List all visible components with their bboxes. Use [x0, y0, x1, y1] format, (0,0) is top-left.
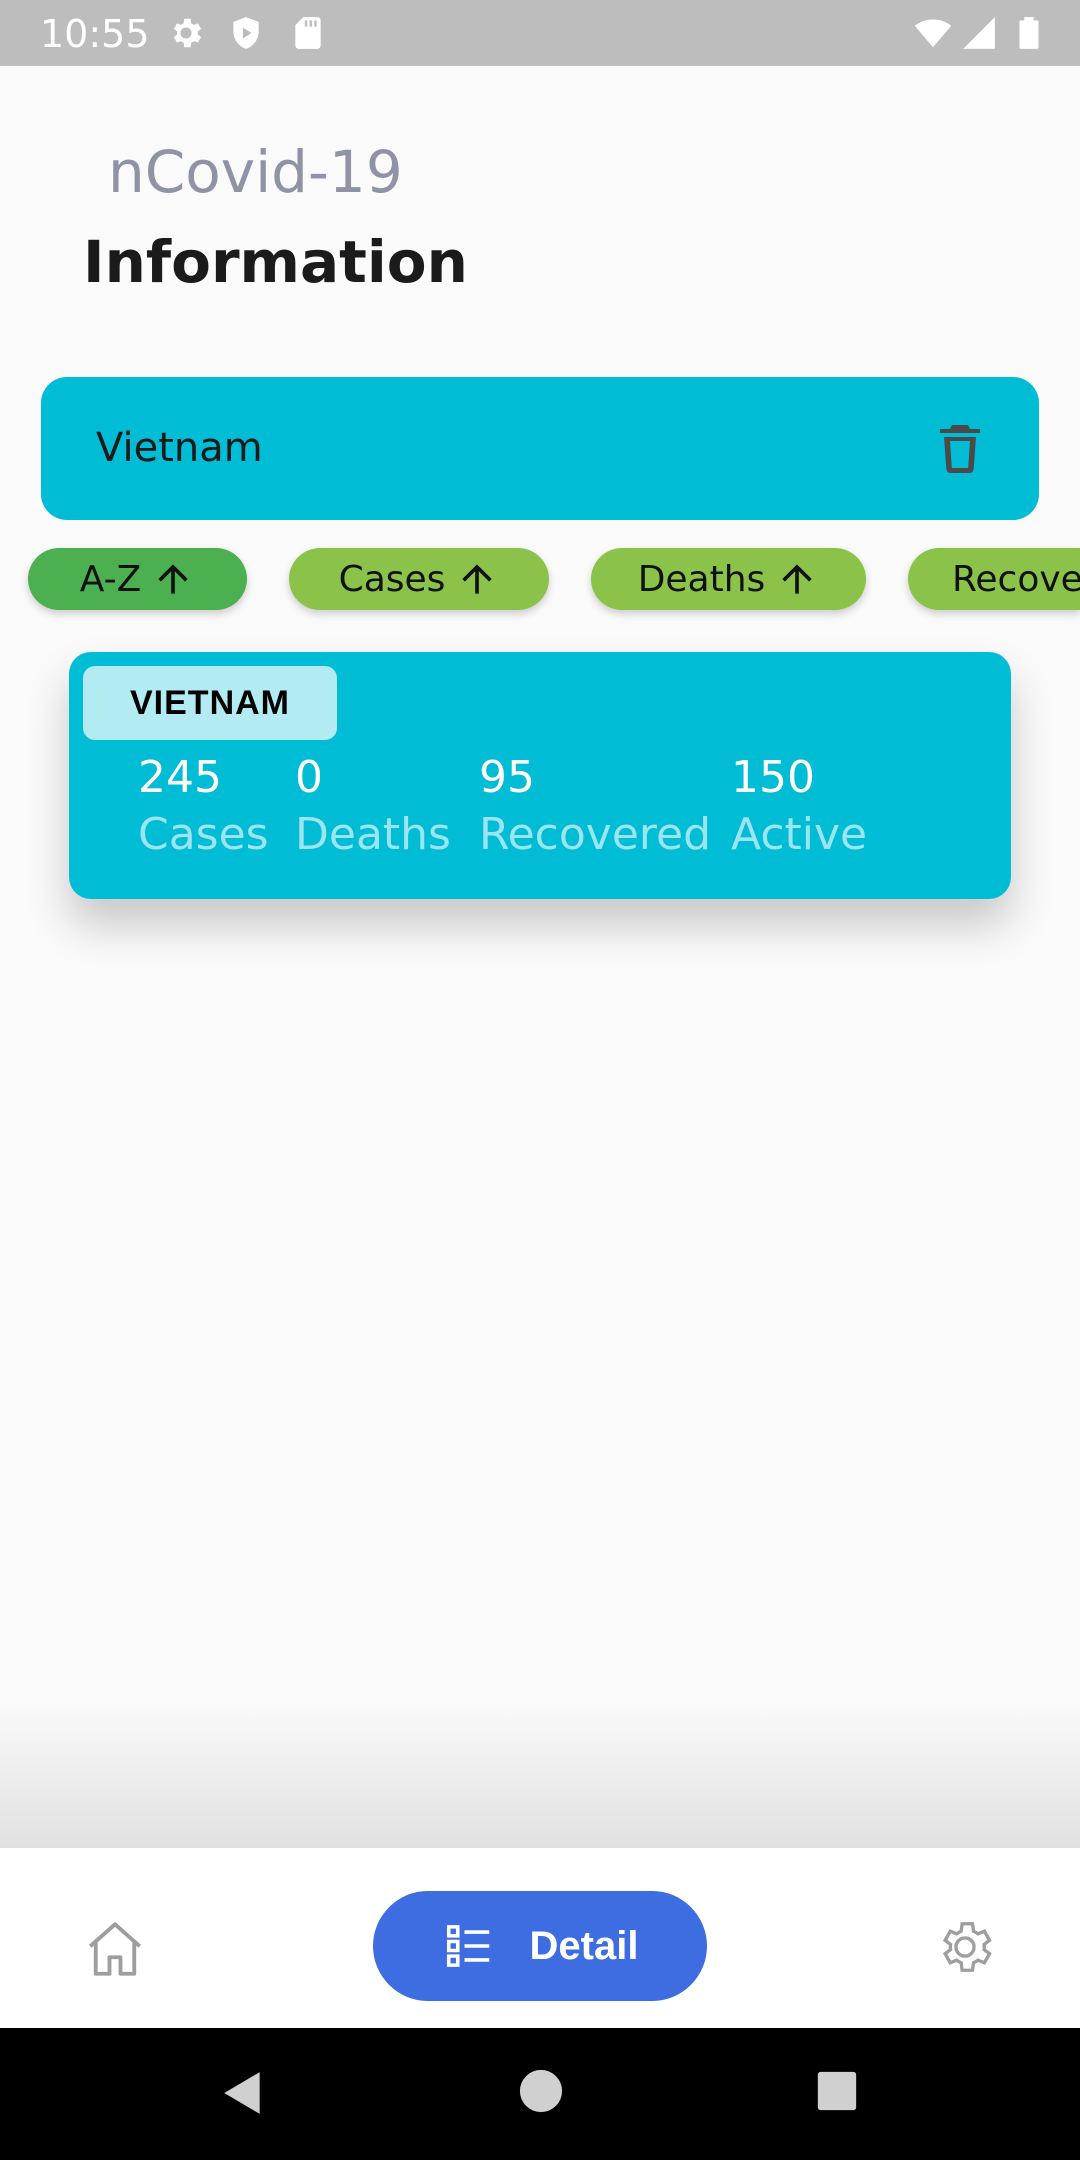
arrow-up-icon: [158, 564, 188, 594]
recents-icon[interactable]: [814, 2068, 860, 2119]
stat-value: 0: [295, 752, 323, 803]
status-bar: 10:55: [0, 0, 1080, 66]
stat-value: 95: [479, 752, 535, 803]
stat-label: Cases: [138, 809, 269, 860]
arrow-up-icon: [782, 564, 812, 594]
gear-icon[interactable]: [934, 1916, 996, 1978]
stat-deaths: 0 Deaths: [295, 752, 451, 860]
signal-icon: [960, 14, 998, 52]
home-circle-icon[interactable]: [518, 2068, 564, 2119]
delete-icon[interactable]: [936, 423, 984, 475]
sort-chip-label: Cases: [338, 558, 446, 600]
bottom-navigation: Detail: [0, 1848, 1080, 2028]
stat-cases: 245 Cases: [138, 752, 269, 860]
system-navigation-bar: [0, 2028, 1080, 2160]
bottom-shadow: [0, 1700, 1080, 1850]
sort-chip-deaths[interactable]: Deaths: [591, 548, 866, 610]
stat-value: 245: [138, 752, 222, 803]
detail-tab-button[interactable]: Detail: [373, 1891, 707, 2001]
stat-active: 150 Active: [731, 752, 867, 860]
page-title: Information: [83, 228, 468, 296]
sort-chip-a-z[interactable]: A-Z: [28, 548, 247, 610]
sd-card-icon: [289, 14, 327, 52]
country-card[interactable]: VIETNAM 245 Cases 0 Deaths 95 Recovered …: [69, 652, 1011, 899]
back-icon[interactable]: [218, 2068, 268, 2123]
battery-icon: [1010, 14, 1048, 52]
stat-label: Recovered: [479, 809, 712, 860]
list-icon: [446, 1925, 489, 1967]
arrow-up-icon: [462, 564, 493, 594]
country-name-badge: VIETNAM: [83, 666, 337, 740]
sort-chip-label: Deaths: [637, 558, 766, 600]
stat-label: Deaths: [295, 809, 451, 860]
search-value: Vietnam: [96, 425, 263, 471]
app-subtitle: nCovid-19: [108, 138, 403, 206]
gear-icon: [167, 14, 205, 52]
stat-recovered: 95 Recovered: [479, 752, 711, 860]
sort-chip-cases[interactable]: Cases: [289, 548, 549, 610]
wifi-icon: [914, 14, 952, 52]
detail-tab-label: Detail: [529, 1923, 639, 1968]
sort-chip-recovered[interactable]: Recove: [908, 548, 1080, 610]
status-time: 10:55: [40, 12, 150, 56]
shield-icon: [227, 14, 265, 52]
country-search-field[interactable]: Vietnam: [41, 377, 1039, 520]
sort-chip-label: A-Z: [79, 558, 142, 600]
sort-chip-label: Recove: [952, 558, 1080, 600]
stat-value: 150: [731, 752, 815, 803]
home-icon[interactable]: [82, 1916, 148, 1982]
stat-label: Active: [731, 809, 868, 860]
